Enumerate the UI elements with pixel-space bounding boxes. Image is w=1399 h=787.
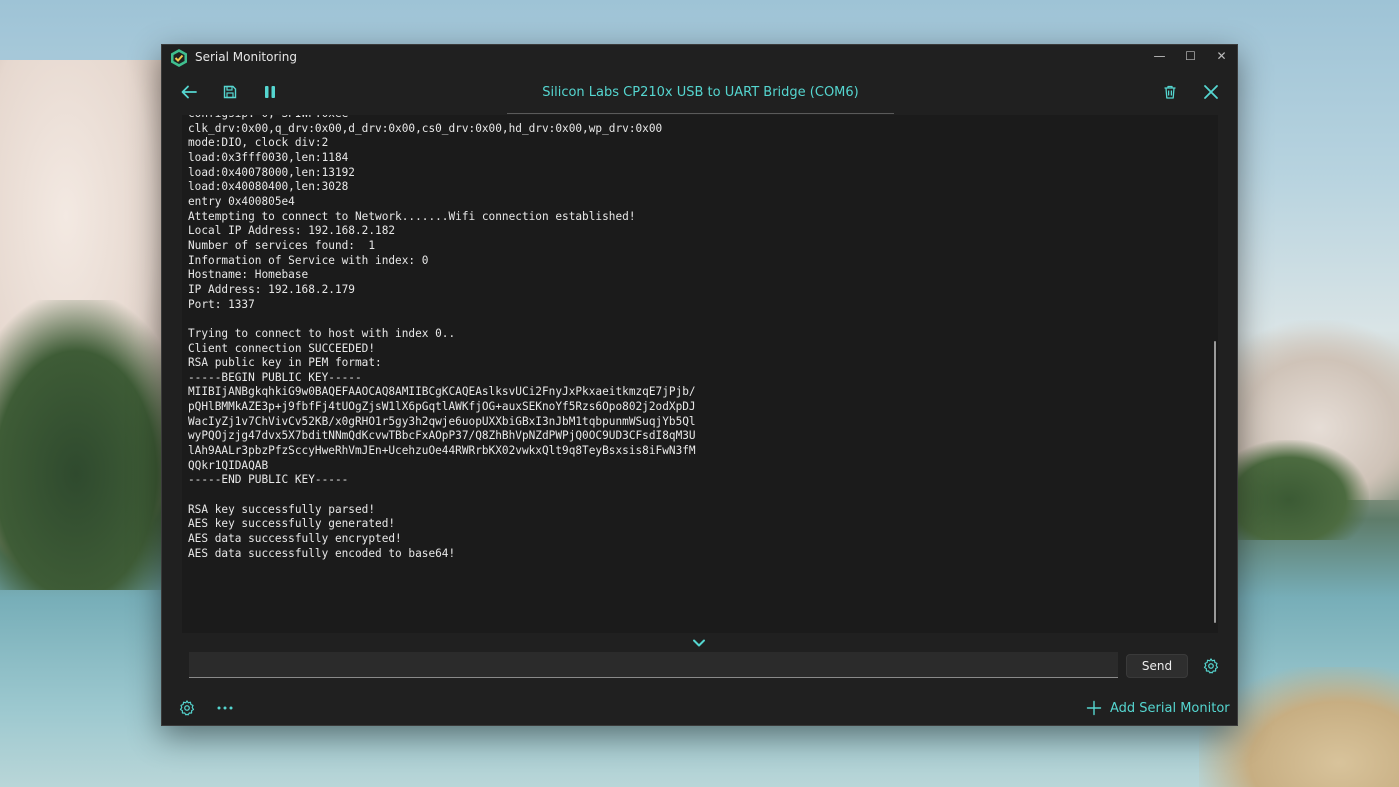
device-title: Silicon Labs CP210x USB to UART Bridge (… [507,85,894,114]
minimize-button[interactable]: — [1144,45,1175,67]
console-scrollbar[interactable] [1214,341,1216,623]
console-output-text: configsip: 0, SPIWP:0xee clk_drv:0x00,q_… [188,115,696,560]
plus-icon [1086,700,1102,716]
send-message-input[interactable] [189,652,1118,678]
trash-icon[interactable] [1159,81,1181,103]
serial-monitoring-window: Serial Monitoring — ☐ ✕ Silicon Labs CP2… [161,44,1238,726]
settings-gear-icon[interactable] [178,699,196,717]
add-serial-monitor-button[interactable]: Add Serial Monitor [1086,697,1230,719]
app-title: Serial Monitoring [195,50,297,64]
add-serial-monitor-label: Add Serial Monitor [1110,700,1230,716]
send-settings-gear-icon[interactable] [1202,657,1220,675]
more-options-icon[interactable] [214,699,236,717]
app-logo-icon [169,48,189,68]
maximize-button[interactable]: ☐ [1175,45,1206,67]
pause-icon[interactable] [259,81,281,103]
send-button[interactable]: Send [1126,654,1188,678]
serial-output-console[interactable]: configsip: 0, SPIWP:0xee clk_drv:0x00,q_… [182,115,1218,633]
window-controls: — ☐ ✕ [1144,45,1237,71]
scroll-to-bottom-icon[interactable] [690,636,708,650]
monitor-toolbar: Silicon Labs CP210x USB to UART Bridge (… [162,71,1237,115]
close-window-button[interactable]: ✕ [1206,45,1237,67]
close-icon[interactable] [1200,81,1222,103]
title-bar[interactable]: Serial Monitoring — ☐ ✕ [162,45,1237,71]
save-icon[interactable] [219,81,241,103]
back-arrow-icon[interactable] [178,81,200,103]
